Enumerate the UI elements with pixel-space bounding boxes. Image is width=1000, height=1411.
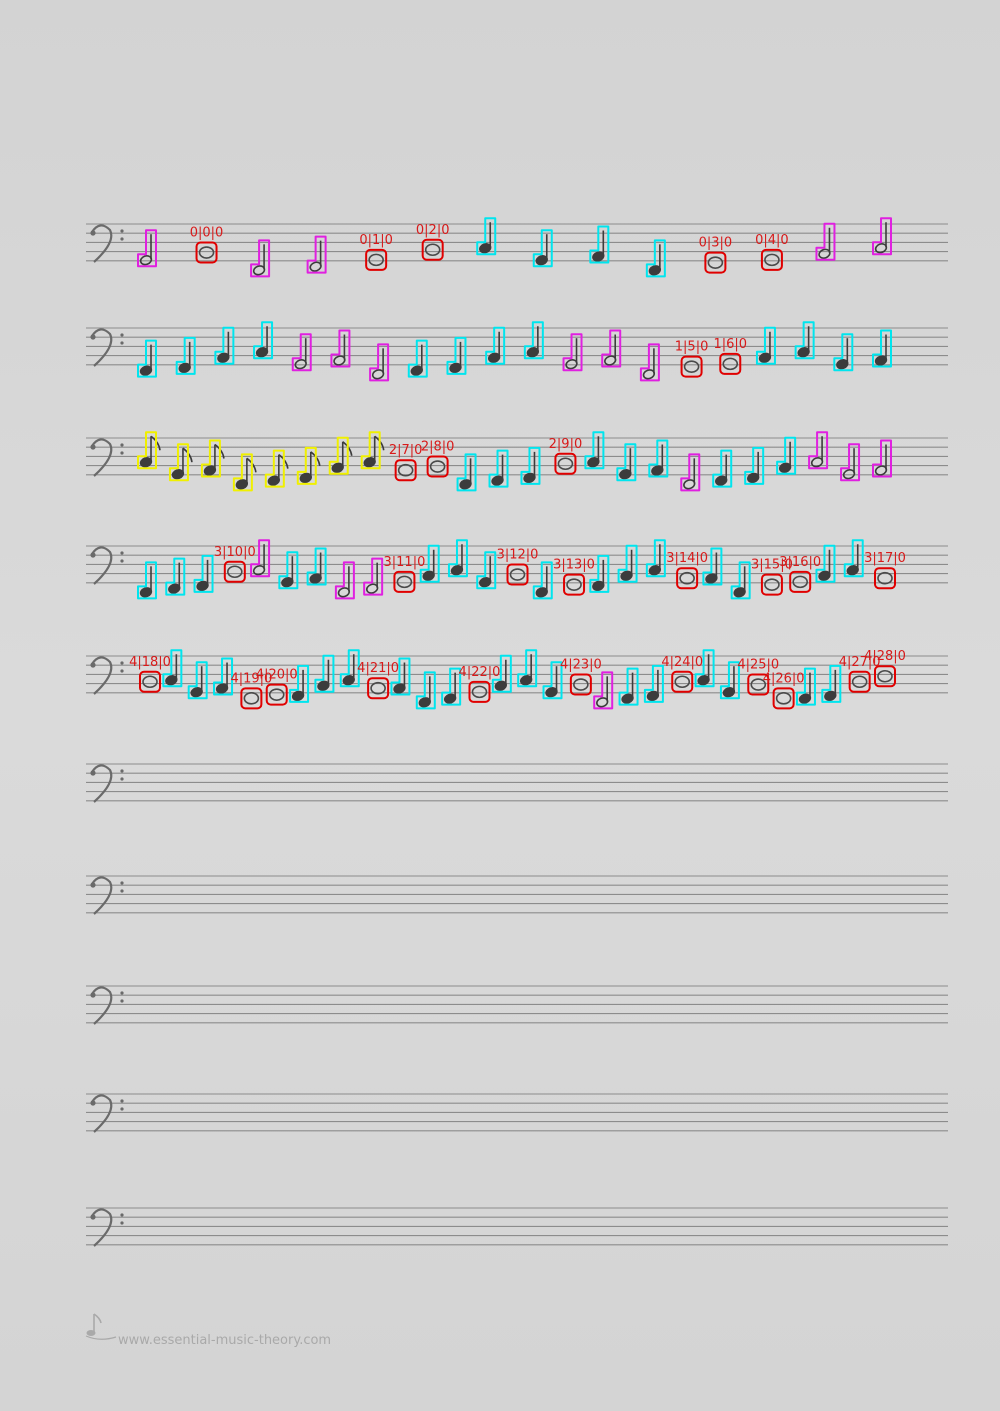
note-label: 4|22|0 bbox=[459, 665, 501, 680]
note-quarter bbox=[314, 654, 335, 693]
staff: 4|18|04|19|04|20|0 4|21|0 4|22|0 4|23|0 4|24… bbox=[86, 649, 948, 710]
staff: 1|5|0 1|6|0 bbox=[86, 321, 948, 382]
note-eighth bbox=[232, 453, 257, 492]
note-quarter bbox=[213, 657, 234, 696]
staff bbox=[86, 763, 948, 803]
note-whole: 4|23|0 bbox=[560, 658, 602, 696]
bass-clef-icon bbox=[90, 1094, 124, 1133]
bass-clef-icon bbox=[90, 328, 124, 367]
bass-clef-icon bbox=[90, 438, 124, 477]
music-sheet-page: 0|0|0 0|1|0 0|2|0 0|3|0 0|4|0 1|5|0 1|6|0 2|7|0… bbox=[0, 0, 1000, 1411]
note-label: 3|14|0 bbox=[666, 551, 708, 566]
note-label: 0|1|0 bbox=[359, 233, 393, 248]
note-quarter bbox=[755, 326, 776, 365]
note-label: 3|10|0 bbox=[214, 545, 256, 560]
bass-clef-icon bbox=[90, 876, 124, 915]
note-label: 4|25|0 bbox=[737, 658, 779, 673]
note-quarter bbox=[532, 561, 553, 600]
note-label: 4|21|0 bbox=[357, 661, 399, 676]
note-half bbox=[369, 343, 390, 382]
note-label: 4|20|0 bbox=[256, 668, 298, 683]
note-quarter bbox=[589, 225, 610, 264]
staff: 3|10|03|11|0 3|12|03|13|0 3|14|0 3|15|03|16… bbox=[86, 539, 948, 600]
note-quarter bbox=[648, 439, 669, 478]
note-quarter bbox=[617, 544, 638, 583]
note-half bbox=[872, 439, 892, 478]
note-label: 2|7|0 bbox=[389, 443, 423, 458]
note-label: 0|0|0 bbox=[190, 226, 224, 241]
staff: 0|0|0 0|1|0 0|2|0 0|3|0 0|4|0 bbox=[86, 217, 948, 278]
note-whole: 3|13|0 bbox=[553, 558, 595, 596]
staff bbox=[86, 875, 948, 915]
bass-clef-icon bbox=[90, 764, 124, 803]
note-eighth bbox=[168, 443, 193, 482]
note-half bbox=[680, 453, 701, 492]
note-label: 2|8|0 bbox=[421, 440, 455, 455]
staff bbox=[86, 985, 948, 1025]
note-quarter bbox=[456, 453, 477, 492]
note-quarter bbox=[645, 239, 666, 278]
note-label: 4|28|0 bbox=[864, 649, 906, 664]
note-quarter bbox=[415, 671, 436, 710]
note-quarter bbox=[730, 561, 751, 600]
note-quarter bbox=[485, 326, 506, 365]
staff bbox=[86, 1093, 948, 1133]
note-half bbox=[334, 561, 355, 600]
staff-canvas: 0|0|0 0|1|0 0|2|0 0|3|0 0|4|0 1|5|0 1|6|0 2|7|0… bbox=[86, 217, 948, 1247]
note-half bbox=[250, 239, 271, 278]
bass-clef-icon bbox=[90, 546, 124, 585]
note-label: 4|26|0 bbox=[763, 671, 805, 686]
note-label: 3|13|0 bbox=[553, 558, 595, 573]
note-whole: 0|0|0 bbox=[190, 226, 224, 264]
note-label: 4|18|0 bbox=[129, 655, 171, 670]
note-label: 4|24|0 bbox=[661, 655, 703, 670]
note-quarter bbox=[214, 326, 235, 365]
note-label: 0|2|0 bbox=[416, 223, 450, 238]
note-whole: 3|12|0 bbox=[497, 548, 539, 586]
note-label: 2|9|0 bbox=[549, 437, 583, 452]
note-quarter bbox=[306, 547, 327, 586]
note-whole: 1|5|0 bbox=[675, 340, 709, 378]
note-whole: 0|3|0 bbox=[699, 236, 733, 274]
note-label: 3|12|0 bbox=[497, 548, 539, 563]
note-label: 3|17|0 bbox=[864, 551, 906, 566]
note-label: 0|3|0 bbox=[699, 236, 733, 251]
note-half bbox=[639, 343, 660, 382]
note-half bbox=[330, 329, 351, 368]
note-label: 1|5|0 bbox=[675, 340, 709, 355]
staff: 2|7|02|8|0 2|9|0 bbox=[86, 431, 948, 492]
note-half bbox=[593, 671, 614, 710]
bass-clef-icon bbox=[90, 986, 124, 1025]
note-whole: 2|9|0 bbox=[549, 437, 583, 475]
note-quarter bbox=[872, 329, 892, 368]
note-whole: 3|10|0 bbox=[214, 545, 256, 583]
bass-clef-icon bbox=[90, 656, 124, 695]
note-label: 3|16|0 bbox=[779, 555, 821, 570]
bass-clef-icon bbox=[90, 1208, 124, 1247]
note-whole: 0|2|0 bbox=[416, 223, 450, 261]
staff bbox=[86, 1207, 948, 1247]
note-whole: 2|8|0 bbox=[421, 440, 455, 478]
note-label: 1|6|0 bbox=[713, 337, 747, 352]
note-half bbox=[815, 222, 836, 261]
note-quarter bbox=[137, 561, 157, 600]
note-eighth bbox=[200, 439, 225, 478]
bass-clef-icon bbox=[90, 224, 124, 263]
note-half bbox=[601, 329, 622, 368]
note-label: 0|4|0 bbox=[755, 233, 789, 248]
note-label: 3|11|0 bbox=[384, 555, 426, 570]
note-eighth bbox=[328, 436, 353, 475]
note-label: 4|23|0 bbox=[560, 658, 602, 673]
note-quarter bbox=[776, 436, 797, 475]
